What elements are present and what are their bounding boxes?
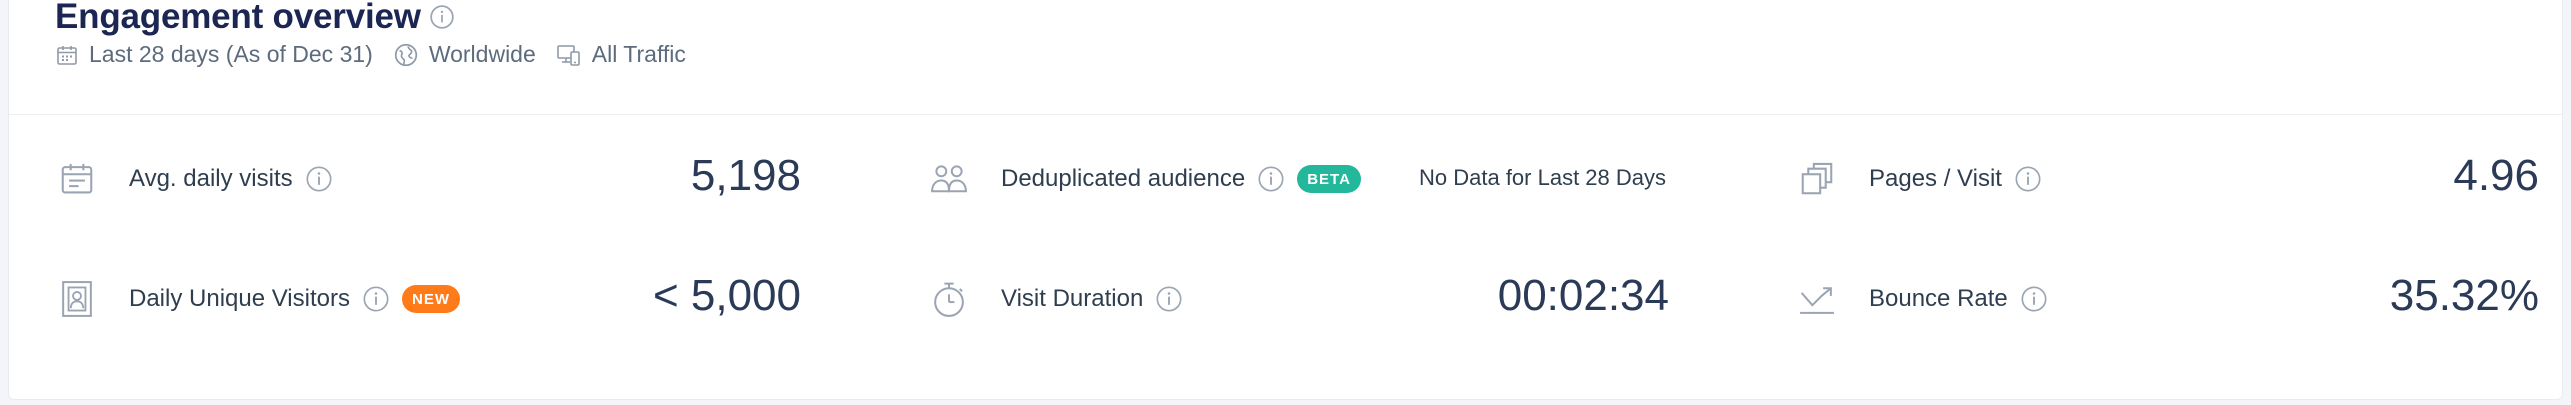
region-label: Worldwide (428, 41, 536, 67)
info-icon[interactable] (1257, 165, 1285, 193)
pages-per-visit-label: Pages / Visit (1869, 165, 2002, 192)
pages-icon (1795, 157, 1839, 201)
engagement-overview-card: Engagement overview Last 28 days (As of … (8, 0, 2563, 400)
page-title: Engagement overview (55, 0, 421, 36)
filters-row: Last 28 days (As of Dec 31) Worldwide Al… (55, 41, 706, 68)
daily-unique-visitors-label: Daily Unique Visitors (129, 285, 350, 312)
globe-icon (393, 42, 419, 68)
calendar-icon (55, 43, 79, 67)
metric-pages-per-visit: Pages / Visit (1795, 149, 2042, 209)
info-icon[interactable] (429, 4, 455, 30)
bounce-rate-label: Bounce Rate (1869, 285, 2008, 312)
info-icon[interactable] (305, 165, 333, 193)
metric-daily-unique-visitors: Daily Unique Visitors NEW (55, 269, 460, 329)
new-badge: NEW (401, 285, 460, 313)
pages-per-visit-value: 4.96 (2453, 151, 2539, 200)
date-range-label: Last 28 days (As of Dec 31) (89, 41, 373, 67)
beta-badge: BETA (1297, 165, 1361, 193)
visitor-card-icon (55, 277, 99, 321)
devices-icon (556, 43, 582, 67)
daily-unique-visitors-value: < 5,000 (652, 271, 801, 320)
stopwatch-icon (927, 277, 971, 321)
title-row: Engagement overview (55, 0, 455, 37)
info-icon[interactable] (2014, 165, 2042, 193)
visit-duration-label: Visit Duration (1001, 285, 1144, 312)
avg-daily-visits-label: Avg. daily visits (129, 165, 293, 192)
bounce-icon (1795, 277, 1839, 321)
bounce-rate-value: 35.32% (2389, 271, 2539, 320)
calendar-icon (55, 157, 99, 201)
traffic-label: All Traffic (591, 41, 686, 67)
info-icon[interactable] (1155, 285, 1183, 313)
visit-duration-value: 00:02:34 (1497, 271, 1669, 320)
metric-avg-daily-visits: Avg. daily visits (55, 149, 333, 209)
card-header: Engagement overview Last 28 days (As of … (9, 0, 2562, 115)
audience-icon (927, 157, 971, 201)
traffic-filter[interactable]: All Traffic (556, 41, 686, 68)
avg-daily-visits-value: 5,198 (690, 151, 801, 200)
date-range-filter[interactable]: Last 28 days (As of Dec 31) (55, 41, 373, 68)
deduplicated-audience-label: Deduplicated audience (1001, 165, 1246, 192)
metric-visit-duration: Visit Duration (927, 269, 1183, 329)
no-data-message: No Data for Last 28 Days (1419, 165, 1667, 190)
region-filter[interactable]: Worldwide (393, 41, 536, 68)
info-icon[interactable] (2020, 285, 2048, 313)
metric-bounce-rate: Bounce Rate (1795, 269, 2048, 329)
metric-deduplicated-audience: Deduplicated audience BETA (927, 149, 1361, 209)
info-icon[interactable] (362, 285, 390, 313)
